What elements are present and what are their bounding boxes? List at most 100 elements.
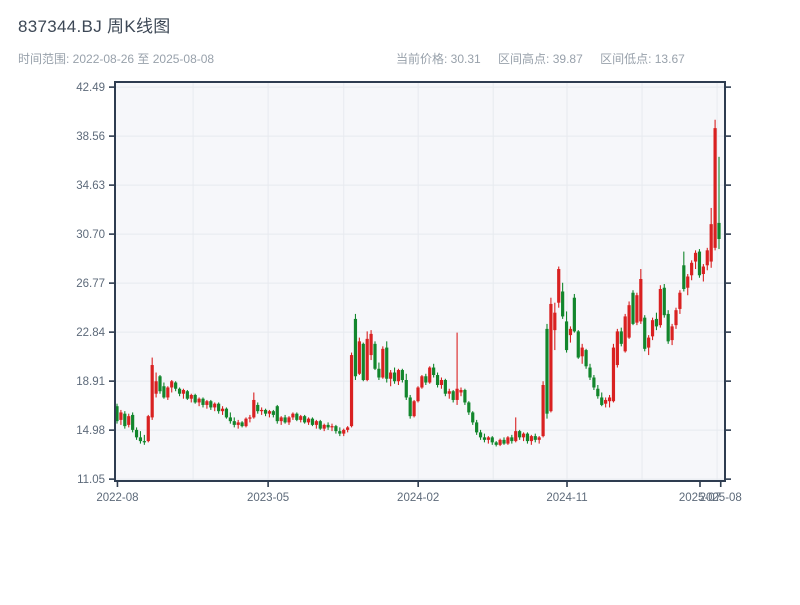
kline-chart-canvas: 42.49 38.56 34.63 30.70 26.77 22.84 18.91 14.98… (76, 81, 742, 504)
candle-down (353, 318, 358, 377)
candle-up (635, 295, 639, 323)
candle-down (525, 433, 530, 442)
y-tick-label: 38.56 (76, 131, 105, 143)
candle-down (662, 287, 666, 316)
candle-up (650, 320, 655, 337)
candle-up (639, 279, 643, 322)
x-tick-label: 2024-11 (546, 492, 587, 504)
candle-down (697, 251, 702, 276)
candle-up (154, 381, 158, 394)
candle-up (197, 398, 201, 403)
candle-down (217, 403, 221, 412)
candle-down (482, 437, 487, 440)
candle-up (306, 418, 311, 423)
candle-down (174, 382, 178, 389)
candle-down (177, 388, 182, 394)
y-tick-label: 34.63 (76, 180, 105, 192)
candle-up (674, 310, 678, 326)
candle-up (647, 337, 651, 348)
plot-background (115, 82, 725, 481)
candle-up (314, 421, 318, 425)
candle-down (572, 297, 576, 332)
candle-up (119, 412, 123, 420)
candle-up (412, 401, 416, 417)
candle-down (283, 417, 287, 423)
candle-up (439, 380, 444, 385)
candle-down (373, 343, 377, 369)
candle-down (162, 386, 166, 398)
candle-down (263, 409, 268, 414)
candle-up (568, 328, 573, 336)
candle-down (400, 370, 404, 381)
y-tick-label: 18.91 (76, 376, 105, 388)
candle-up (686, 276, 690, 288)
candle-down (318, 421, 322, 429)
candle-up (615, 331, 619, 366)
candle-up (455, 388, 459, 400)
candle-down (240, 422, 244, 427)
candle-down (303, 416, 307, 423)
candle-up (291, 413, 295, 418)
candle-down (490, 437, 494, 443)
candle-down (475, 422, 479, 433)
candle-up (205, 401, 209, 405)
candle-up (709, 224, 713, 262)
candle-down (588, 367, 592, 378)
candle-down (158, 376, 162, 392)
candle-down (377, 368, 381, 378)
y-tick-label: 14.98 (76, 425, 105, 437)
candle-up (252, 399, 256, 418)
candle-up (553, 312, 557, 331)
candle-down (467, 402, 471, 413)
candle-up (220, 408, 225, 412)
y-tick-label: 30.70 (76, 229, 105, 241)
candle-down (682, 265, 686, 289)
candle-up (330, 426, 334, 428)
candle-up (521, 433, 526, 438)
candle-down (596, 388, 600, 397)
candle-up (287, 417, 291, 423)
candle-up (342, 429, 346, 434)
x-tick-label: 2024-02 (397, 492, 439, 504)
candle-down (666, 313, 670, 342)
candle-down (142, 441, 146, 443)
candle-down (193, 394, 197, 403)
candle-down (131, 414, 135, 430)
candle-up (705, 250, 709, 266)
candle-up (557, 269, 561, 303)
candle-up (170, 381, 174, 388)
candle-down (564, 321, 569, 351)
candle-up (244, 418, 248, 427)
candle-up (213, 403, 217, 408)
candle-up (611, 347, 616, 402)
candle-up (549, 303, 553, 412)
candle-down (275, 406, 279, 422)
y-tick-label: 22.84 (76, 327, 105, 339)
candle-up (322, 424, 326, 429)
candle-up (349, 355, 354, 427)
candle-down (471, 412, 475, 423)
candle-down (533, 436, 537, 440)
candle-down (256, 404, 260, 412)
page-root: { "header": { "title": "837344.BJ 周K线图",… (0, 0, 800, 600)
candle-down (361, 343, 365, 381)
x-tick-label: 2025-08 (700, 492, 742, 504)
candle-up (267, 411, 272, 414)
candle-down (584, 350, 588, 367)
candle-up (506, 437, 510, 444)
candle-up (690, 262, 694, 276)
kline-chart: 42.49 38.56 34.63 30.70 26.77 22.84 18.91 14.98… (0, 0, 800, 600)
candle-up (236, 422, 240, 425)
candle-down (443, 380, 447, 394)
candle-up (248, 417, 252, 419)
candle-down (494, 442, 498, 445)
candle-up (713, 128, 717, 248)
candle-down (201, 398, 205, 405)
candle-down (435, 375, 440, 385)
candle-down (478, 432, 483, 438)
candle-up (623, 316, 627, 352)
candle-up (459, 389, 463, 393)
candle-down (392, 372, 397, 382)
candle-down (134, 429, 139, 438)
candle-up (627, 305, 631, 338)
